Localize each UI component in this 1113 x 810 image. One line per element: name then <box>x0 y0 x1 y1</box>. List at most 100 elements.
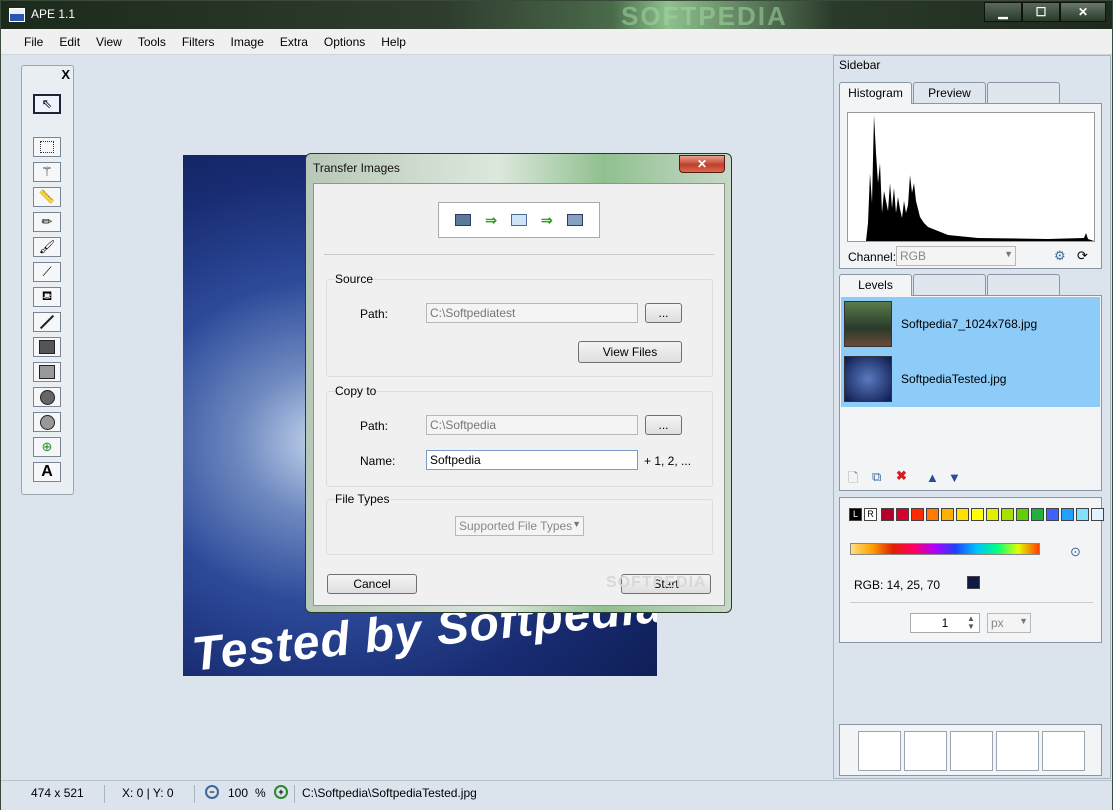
menu-extra[interactable]: Extra <box>272 29 316 54</box>
title-bar[interactable]: APE 1.1 SOFTPEDIA ▁ ☐ ✕ <box>1 1 1112 31</box>
line-tool[interactable] <box>33 312 61 332</box>
fill-tool[interactable]: ⛾ <box>33 287 61 307</box>
source-browse-button[interactable]: ... <box>645 303 682 323</box>
color-spectrum[interactable] <box>850 543 1040 555</box>
pencil-tool[interactable]: ✏ <box>33 212 61 232</box>
tab-blank-1[interactable] <box>987 82 1060 103</box>
view-files-button[interactable]: View Files <box>578 341 682 363</box>
close-button[interactable]: ✕ <box>1060 2 1106 22</box>
filled-ellipse-icon <box>39 414 55 430</box>
divider <box>294 785 295 803</box>
maximize-button[interactable]: ☐ <box>1022 2 1060 22</box>
palette-swatch[interactable] <box>881 508 894 521</box>
palette-swatch[interactable] <box>1061 508 1074 521</box>
menu-tools[interactable]: Tools <box>130 29 174 54</box>
menu-image[interactable]: Image <box>223 29 272 54</box>
name-input[interactable]: Softpedia <box>426 450 638 470</box>
white-swatch[interactable]: R <box>864 508 877 521</box>
wand-tool[interactable]: ⚚ <box>33 162 61 182</box>
select-rect-tool[interactable] <box>33 137 61 157</box>
menu-file[interactable]: File <box>16 29 51 54</box>
menu-edit[interactable]: Edit <box>51 29 88 54</box>
rect-tool[interactable] <box>33 337 61 357</box>
palette-swatch[interactable] <box>1046 508 1059 521</box>
menu-view[interactable]: View <box>88 29 130 54</box>
expand-icon[interactable]: ⊙ <box>1070 544 1081 560</box>
brush-icon: 🖌 <box>38 239 56 254</box>
dialog-body: ⇒ ⇒ Source Path: C:\Softpediatest ... Vi… <box>313 183 725 606</box>
copy-layer-icon[interactable]: ⧉ <box>872 469 881 485</box>
file-types-value: Supported File Types <box>459 519 573 533</box>
transfer-flow-graphic: ⇒ ⇒ <box>438 202 600 238</box>
cancel-button[interactable]: Cancel <box>327 574 417 594</box>
swatch-slot[interactable] <box>996 731 1039 771</box>
palette-swatch[interactable] <box>1076 508 1089 521</box>
zoom-level: 100 <box>228 786 249 800</box>
divider <box>104 785 105 803</box>
source-path-label: Path: <box>360 307 389 321</box>
source-path-field[interactable]: C:\Softpediatest <box>426 303 638 323</box>
file-types-select[interactable]: Supported File Types ▼ <box>455 516 584 536</box>
palette-swatch[interactable] <box>911 508 924 521</box>
palette-swatch[interactable] <box>941 508 954 521</box>
layer-thumbnail <box>844 301 892 347</box>
tab-histogram[interactable]: Histogram <box>839 82 912 104</box>
palette-swatch[interactable] <box>1091 508 1104 521</box>
refresh-icon[interactable]: ⟳ <box>1077 248 1088 264</box>
tab-levels[interactable]: Levels <box>839 274 912 296</box>
palette-swatch[interactable] <box>1016 508 1029 521</box>
toolbox-close-button[interactable]: X <box>61 67 70 82</box>
dest-browse-button[interactable]: ... <box>645 415 682 435</box>
palette-swatch[interactable] <box>896 508 909 521</box>
layer-item[interactable]: Softpedia7_1024x768.jpg <box>841 297 1100 352</box>
zoom-unit: % <box>255 786 266 800</box>
ellipse-tool[interactable] <box>33 387 61 407</box>
tab-blank-2[interactable] <box>913 274 986 295</box>
swatch-slot[interactable] <box>950 731 993 771</box>
swatch-slot[interactable] <box>858 731 901 771</box>
swatch-slot[interactable] <box>1042 731 1085 771</box>
tab-blank-3[interactable] <box>987 274 1060 295</box>
swatch-slot[interactable] <box>904 731 947 771</box>
zoom-in-icon[interactable]: + <box>274 785 288 799</box>
delete-layer-icon[interactable]: ✖ <box>896 468 907 484</box>
pointer-tool[interactable]: ⇖ <box>33 94 61 114</box>
tab-preview[interactable]: Preview <box>913 82 986 103</box>
palette-swatch[interactable] <box>971 508 984 521</box>
palette-swatch[interactable] <box>926 508 939 521</box>
new-layer-icon[interactable]: 🗋 <box>848 469 858 491</box>
filled-ellipse-tool[interactable] <box>33 412 61 432</box>
menu-options[interactable]: Options <box>316 29 373 54</box>
spinner-icon[interactable]: ▲ ▼ <box>967 615 975 631</box>
brush-tool[interactable]: 🖌 <box>33 237 61 257</box>
gear-icon[interactable]: ⚙ <box>1054 248 1066 264</box>
black-swatch[interactable]: L <box>849 508 862 521</box>
palette-swatch[interactable] <box>1001 508 1014 521</box>
move-down-icon[interactable]: ▼ <box>948 470 961 485</box>
window-title: APE 1.1 <box>31 7 76 21</box>
image-dimensions: 474 x 521 <box>31 786 84 800</box>
watermark: SOFTPEDIA <box>621 1 788 31</box>
move-up-icon[interactable]: ▲ <box>926 470 939 485</box>
channel-select[interactable]: RGB ▼ <box>896 246 1016 266</box>
ruler-tool[interactable]: 📏 <box>33 187 61 207</box>
dialog-close-button[interactable]: ✕ <box>679 155 725 173</box>
layer-item[interactable]: SoftpediaTested.jpg <box>841 352 1100 407</box>
source-group: Source Path: C:\Softpediatest ... View F… <box>326 272 713 377</box>
eyedropper-tool[interactable]: ⟋ <box>33 262 61 282</box>
zoom-tool[interactable]: ⊕ <box>33 437 61 457</box>
zoom-out-icon[interactable]: − <box>205 785 219 799</box>
toolbox: X ⇖ ⚚ 📏 ✏ 🖌 ⟋ ⛾ ⊕ A <box>21 65 74 495</box>
menu-help[interactable]: Help <box>373 29 414 54</box>
text-tool[interactable]: A <box>33 462 61 482</box>
filled-rect-tool[interactable] <box>33 362 61 382</box>
unit-select[interactable]: px ▼ <box>987 613 1031 633</box>
dest-path-field[interactable]: C:\Softpedia <box>426 415 638 435</box>
status-bar: 474 x 521 X: 0 | Y: 0 − 100 % + C:\Softp… <box>1 780 1112 810</box>
palette-swatch[interactable] <box>1031 508 1044 521</box>
palette-swatch[interactable] <box>986 508 999 521</box>
minimize-button[interactable]: ▁ <box>984 2 1022 22</box>
palette-swatch[interactable] <box>956 508 969 521</box>
menu-filters[interactable]: Filters <box>174 29 223 54</box>
current-color-swatch[interactable] <box>967 576 980 589</box>
